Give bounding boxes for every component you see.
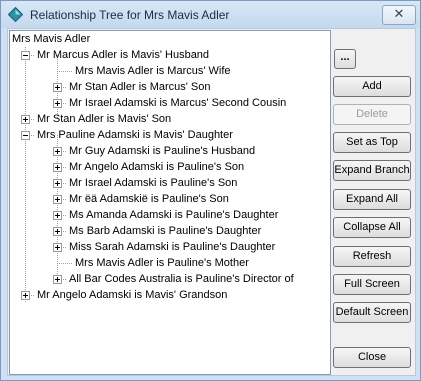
tree-item[interactable]: Mr Stan Adler is Mavis' Son [35,111,171,127]
tree-item[interactable]: Mr Angelo Adamski is Mavis' Grandson [35,287,227,303]
expand-icon[interactable] [21,291,30,300]
tree-item[interactable]: Ms Barb Adamski is Pauline's Daughter [67,223,261,239]
tree-node-label: Mr Israel Adamski is Pauline's Son [69,177,238,189]
tree-node-label: Mrs Pauline Adamski is Mavis' Daughter [37,129,233,141]
default-screen-button[interactable]: Default Screen [333,302,411,323]
collapse-icon[interactable] [21,51,30,60]
dialog-body: Mrs Mavis Adler Mr Marcus Adler is Mavis… [7,28,416,376]
tree-item[interactable]: Ms Amanda Adamski is Pauline's Daughter [67,207,278,223]
tree-item[interactable]: Mr Stan Adler is Marcus' Son [67,79,211,95]
collapse-icon[interactable] [21,131,30,140]
tree-node-label: All Bar Codes Australia is Pauline's Dir… [69,273,294,285]
expand-icon[interactable] [53,83,62,92]
tree-node-label: Mr Guy Adamski is Pauline's Husband [69,145,256,157]
tree-item[interactable]: Mrs Mavis Adler is Pauline's Mother [73,255,249,271]
close-icon: ✕ [393,7,405,22]
tree-item[interactable]: Mr Israel Adamski is Pauline's Son [67,175,237,191]
tree-line [57,263,73,264]
expand-icon[interactable] [53,179,62,188]
expand-icon[interactable] [53,195,62,204]
tree-line [57,71,73,72]
tree-node-label: Mrs Mavis Adler is Pauline's Mother [75,257,249,269]
relationship-tree[interactable]: Mrs Mavis Adler Mr Marcus Adler is Mavis… [9,30,331,375]
tree-node-label: Mr Marcus Adler is Mavis' Husband [37,49,210,61]
refresh-button[interactable]: Refresh [333,246,411,267]
tree-node-label: Mr Stan Adler is Mavis' Son [37,113,172,125]
expand-icon[interactable] [21,115,30,124]
tree-item[interactable]: Mr ëä Adamskië is Pauline's Son [67,191,229,207]
tree-item[interactable]: Mr Angelo Adamski is Pauline's Son [67,159,244,175]
tree-node-label: Ms Barb Adamski is Pauline's Daughter [69,225,262,237]
tree-item[interactable]: Mr Israel Adamski is Marcus' Second Cous… [67,95,286,111]
expand-icon[interactable] [53,243,62,252]
tree-line [25,47,26,303]
expand-icon[interactable] [53,147,62,156]
set-as-top-button[interactable]: Set as Top [333,132,411,153]
tree-node-label: Mrs Mavis Adler [12,33,91,45]
tree-item[interactable]: Mr Guy Adamski is Pauline's Husband [67,143,255,159]
tree-node-label: Miss Sarah Adamski is Pauline's Daughter [69,241,276,253]
expand-icon[interactable] [53,99,62,108]
tree-item[interactable]: Mrs Mavis Adler is Marcus' Wife [73,63,231,79]
expand-icon[interactable] [53,275,62,284]
title-bar[interactable]: Relationship Tree for Mrs Mavis Adler ✕ [1,1,420,28]
full-screen-button[interactable]: Full Screen [333,274,411,295]
tree-root[interactable]: Mrs Mavis Adler [10,31,90,47]
tree-node-label: Mrs Mavis Adler is Marcus' Wife [75,65,231,77]
tree-item[interactable]: Mr Marcus Adler is Mavis' Husband [35,47,209,63]
window-title: Relationship Tree for Mrs Mavis Adler [30,8,230,22]
relationship-tree-window: Relationship Tree for Mrs Mavis Adler ✕ [0,0,421,381]
tree-node-label: Mr ëä Adamskië is Pauline's Son [69,193,229,205]
window-close-button[interactable]: ✕ [382,5,416,25]
tree-node-label: Mr Israel Adamski is Marcus' Second Cous… [69,97,287,109]
tree-item[interactable]: Miss Sarah Adamski is Pauline's Daughter [67,239,275,255]
tree-node-label: Mr Angelo Adamski is Mavis' Grandson [37,289,228,301]
add-button[interactable]: Add [333,76,411,97]
expand-icon[interactable] [53,163,62,172]
collapse-all-button[interactable]: Collapse All [333,217,411,238]
tree-item[interactable]: Mrs Pauline Adamski is Mavis' Daughter [35,127,233,143]
expand-icon[interactable] [53,227,62,236]
expand-branch-button[interactable]: Expand Branch [333,160,411,181]
close-button[interactable]: Close [333,347,411,368]
tree-node-label: Ms Amanda Adamski is Pauline's Daughter [69,209,279,221]
tree-item[interactable]: All Bar Codes Australia is Pauline's Dir… [67,271,294,287]
expand-all-button[interactable]: Expand All [333,189,411,210]
app-diamond-icon [8,7,23,22]
delete-button[interactable]: Delete [333,104,411,125]
tree-node-label: Mr Stan Adler is Marcus' Son [69,81,211,93]
browse-button[interactable]: ... [334,49,356,69]
tree-line [57,135,58,279]
tree-node-label: Mr Angelo Adamski is Pauline's Son [69,161,245,173]
expand-icon[interactable] [53,211,62,220]
